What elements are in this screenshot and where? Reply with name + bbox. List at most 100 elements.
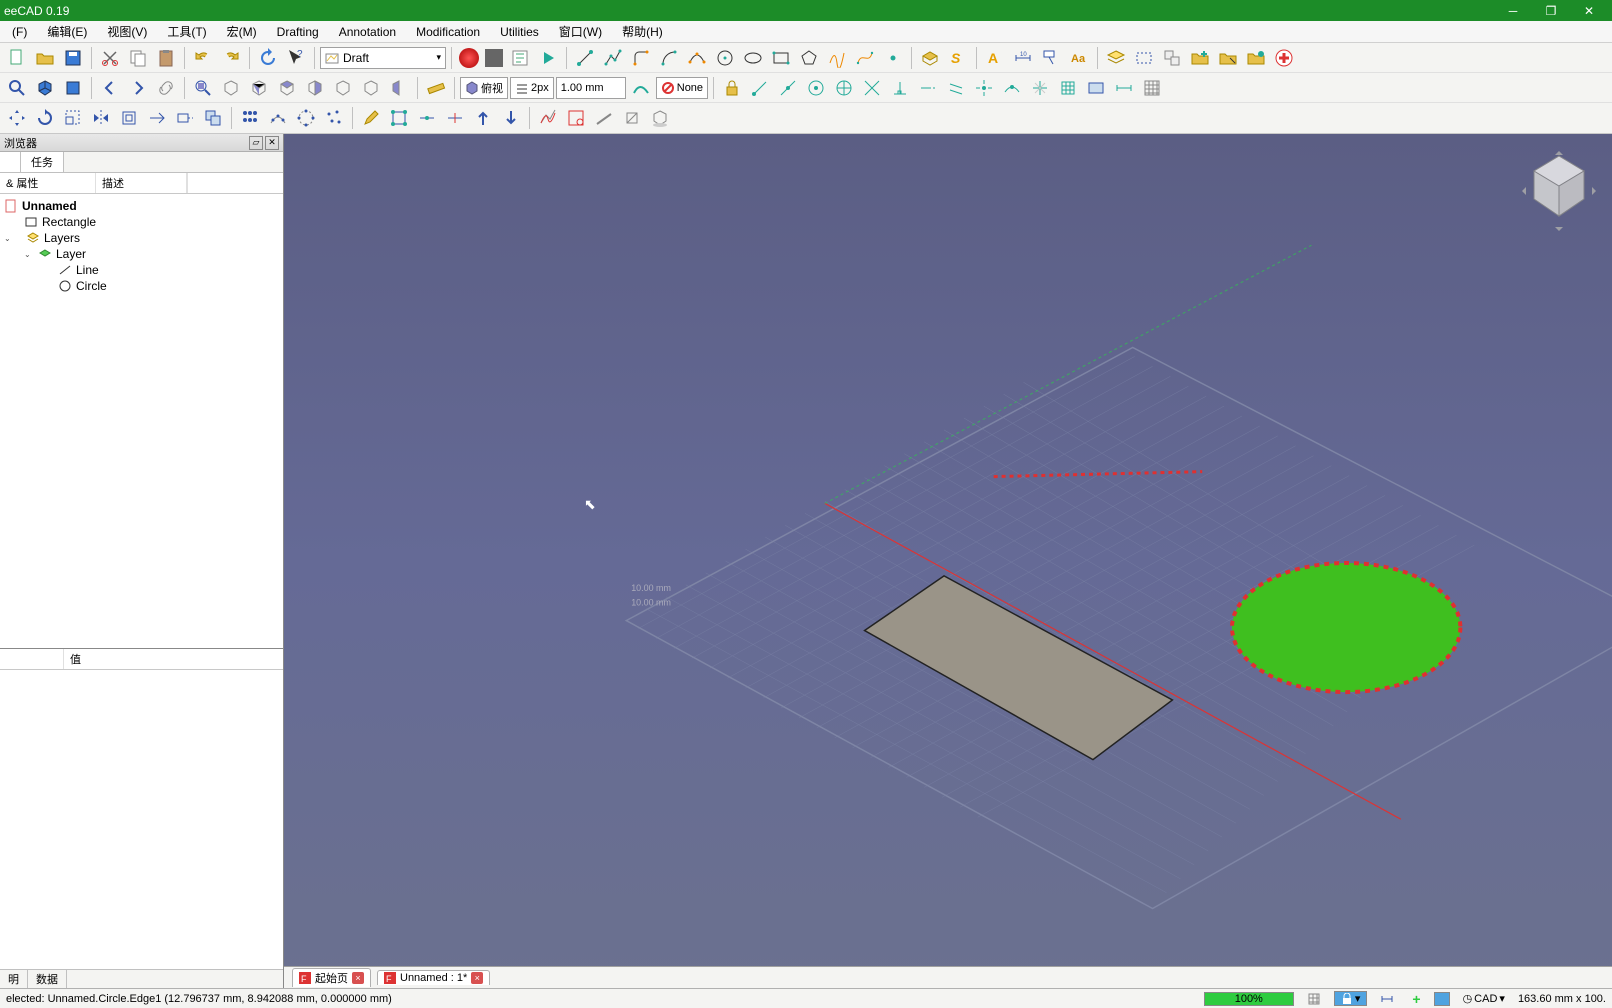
tree-doc[interactable]: Unnamed xyxy=(0,198,283,214)
panel-close-button[interactable]: ✕ xyxy=(265,136,279,150)
status-wp-button[interactable] xyxy=(1434,992,1450,1006)
menu-annotation[interactable]: Annotation xyxy=(329,23,406,41)
draft2sketch-tool[interactable] xyxy=(563,105,589,131)
wpproxy-button[interactable] xyxy=(1131,45,1157,71)
snap-ortho-button[interactable] xyxy=(1027,75,1053,101)
patharray-tool[interactable] xyxy=(265,105,291,131)
wire-tool[interactable] xyxy=(600,45,626,71)
clone-tool[interactable] xyxy=(200,105,226,131)
workbench-selector[interactable]: Draft ▾ xyxy=(320,47,446,69)
menu-view[interactable]: 视图(V) xyxy=(97,21,157,42)
status-add-button[interactable]: + xyxy=(1407,990,1425,1008)
apply-style-button[interactable] xyxy=(628,75,654,101)
shape2d-tool[interactable] xyxy=(647,105,673,131)
tab-model[interactable] xyxy=(0,152,21,172)
panel-float-button[interactable]: ▱ xyxy=(249,136,263,150)
snap-grid-button[interactable] xyxy=(1055,75,1081,101)
save-button[interactable] xyxy=(60,45,86,71)
snap-center-button[interactable] xyxy=(803,75,829,101)
label-tool[interactable] xyxy=(1038,45,1064,71)
ellipse-tool[interactable] xyxy=(740,45,766,71)
polararray-tool[interactable] xyxy=(293,105,319,131)
menu-utilities[interactable]: Utilities xyxy=(490,23,549,41)
menu-tools[interactable]: 工具(T) xyxy=(157,21,216,42)
front-button[interactable] xyxy=(246,75,272,101)
stretch-tool[interactable] xyxy=(172,105,198,131)
view-orientation-widget[interactable]: 俯视 xyxy=(460,77,508,99)
tree-item-circle[interactable]: Circle xyxy=(0,278,283,294)
flipdim-tool[interactable] xyxy=(619,105,645,131)
snap-endpoint-button[interactable] xyxy=(747,75,773,101)
doctab-start[interactable]: F 起始页 × xyxy=(292,968,371,987)
tree-item-layers[interactable]: ⌄ Layers xyxy=(0,230,283,246)
menu-help[interactable]: 帮助(H) xyxy=(612,21,673,42)
tab-view[interactable]: 明 xyxy=(0,970,28,988)
undo-button[interactable] xyxy=(190,45,216,71)
menu-drafting[interactable]: Drafting xyxy=(267,23,329,41)
rectangle-tool[interactable] xyxy=(768,45,794,71)
join-tool[interactable] xyxy=(414,105,440,131)
circle-tool[interactable] xyxy=(712,45,738,71)
run-macro-button[interactable] xyxy=(535,45,561,71)
wire2bspline-tool[interactable] xyxy=(535,105,561,131)
shapestring-tool[interactable]: S xyxy=(945,45,971,71)
dimension-value-widget[interactable]: 1.00 mm xyxy=(556,77,626,99)
split-tool[interactable] xyxy=(442,105,468,131)
rear-button[interactable] xyxy=(330,75,356,101)
iso-button[interactable] xyxy=(218,75,244,101)
measure-button[interactable] xyxy=(423,75,449,101)
redo-button[interactable] xyxy=(218,45,244,71)
doctab-unnamed[interactable]: F Unnamed : 1* × xyxy=(377,970,490,985)
left-button[interactable] xyxy=(386,75,412,101)
status-zoom[interactable]: 100% xyxy=(1204,992,1294,1006)
top-button[interactable] xyxy=(274,75,300,101)
tree-item-rectangle[interactable]: Rectangle xyxy=(0,214,283,230)
front-view-button[interactable] xyxy=(60,75,86,101)
menu-file[interactable]: (F) xyxy=(2,23,37,41)
slope-tool[interactable] xyxy=(591,105,617,131)
array-tool[interactable] xyxy=(237,105,263,131)
open-file-button[interactable] xyxy=(32,45,58,71)
addgroup-button[interactable] xyxy=(1187,45,1213,71)
snap-perpendicular-button[interactable] xyxy=(887,75,913,101)
snap-extension-button[interactable] xyxy=(915,75,941,101)
fillet-tool[interactable] xyxy=(628,45,654,71)
tab-data[interactable]: 数据 xyxy=(28,970,67,988)
layers-button[interactable] xyxy=(1103,45,1129,71)
subhighlight-tool[interactable] xyxy=(386,105,412,131)
fit-all-button[interactable] xyxy=(4,75,30,101)
right-button[interactable] xyxy=(302,75,328,101)
snap-near-button[interactable] xyxy=(999,75,1025,101)
tree-item-line[interactable]: Line xyxy=(0,262,283,278)
new-file-button[interactable] xyxy=(4,45,30,71)
polygon-tool[interactable] xyxy=(796,45,822,71)
text-tool[interactable]: A xyxy=(982,45,1008,71)
offset-tool[interactable] xyxy=(116,105,142,131)
downgrade-tool[interactable] xyxy=(498,105,524,131)
rotate-tool[interactable] xyxy=(32,105,58,131)
macros-button[interactable] xyxy=(507,45,533,71)
snap-intersection-button[interactable] xyxy=(859,75,885,101)
close-button[interactable]: ✕ xyxy=(1570,0,1608,21)
arc3pt-tool[interactable] xyxy=(684,45,710,71)
heal-button[interactable] xyxy=(1271,45,1297,71)
snap-midpoint-button[interactable] xyxy=(775,75,801,101)
doctab-close[interactable]: × xyxy=(471,972,483,984)
nav-cube[interactable] xyxy=(1514,146,1604,236)
bspline-tool[interactable] xyxy=(824,45,850,71)
refresh-button[interactable] xyxy=(255,45,281,71)
nav-back-button[interactable] xyxy=(97,75,123,101)
pointarray-tool[interactable] xyxy=(321,105,347,131)
menu-modification[interactable]: Modification xyxy=(406,23,490,41)
autogroup-widget[interactable]: None xyxy=(656,77,708,99)
bottom-button[interactable] xyxy=(358,75,384,101)
togglegroup-button[interactable] xyxy=(1159,45,1185,71)
arc-tool[interactable] xyxy=(656,45,682,71)
snap-angle-button[interactable] xyxy=(831,75,857,101)
fit-selection-button[interactable] xyxy=(190,75,216,101)
tree-item-layer[interactable]: ⌄ Layer xyxy=(0,246,283,262)
collapse-icon[interactable]: ⌄ xyxy=(24,250,34,259)
menu-window[interactable]: 窗口(W) xyxy=(549,21,612,42)
status-cad-mode[interactable]: ◷ CAD ▾ xyxy=(1458,991,1510,1006)
copy-button[interactable] xyxy=(125,45,151,71)
